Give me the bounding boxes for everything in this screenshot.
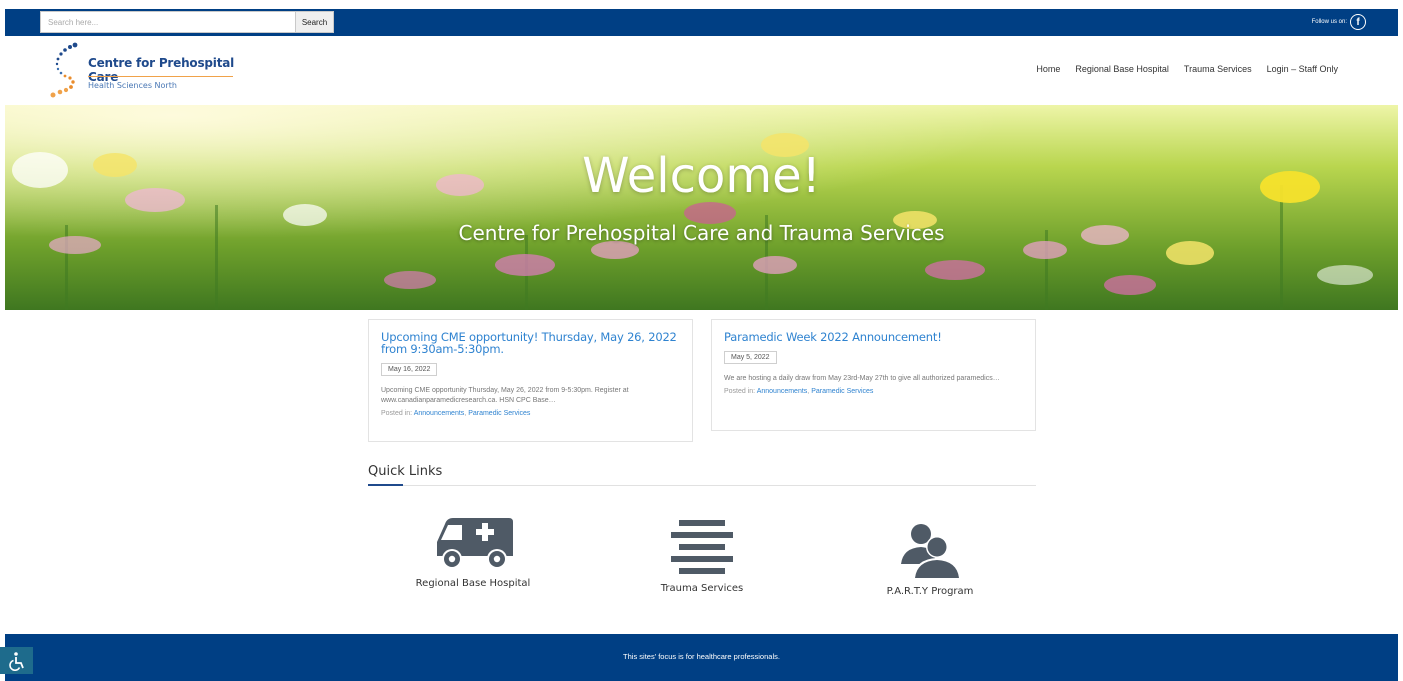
post-title-link[interactable]: Upcoming CME opportunity! Thursday, May … [381,331,680,355]
logo-divider [88,76,233,77]
category-link-paramedic-services[interactable]: Paramedic Services [811,388,873,395]
post-date-badge: May 16, 2022 [381,363,438,376]
wheelchair-icon [8,651,24,671]
post-card: Upcoming CME opportunity! Thursday, May … [368,319,693,442]
logo-title: Centre for Prehospital Care [88,56,235,84]
top-bar: Search Follow us on: f [5,9,1398,36]
site-footer: This sites' focus is for healthcare prof… [5,634,1398,681]
quick-link-party-program[interactable]: P.A.R.T.Y Program [860,522,1000,597]
post-date-badge: May 5, 2022 [724,351,777,364]
quick-links-accent [368,484,403,486]
quick-links-divider [368,485,1036,486]
quick-link-label: Trauma Services [660,583,744,594]
search-button[interactable]: Search [296,11,334,33]
search-input[interactable] [40,11,296,33]
hero-flower-field-image [5,105,1398,310]
post-categories: Posted in: Announcements, Paramedic Serv… [724,388,1023,395]
nav-trauma-services[interactable]: Trauma Services [1184,64,1252,74]
facebook-icon[interactable]: f [1350,14,1366,30]
category-link-paramedic-services[interactable]: Paramedic Services [468,410,530,417]
post-title-link[interactable]: Paramedic Week 2022 Announcement! [724,331,1023,343]
quick-links-heading: Quick Links [368,464,443,479]
quick-link-label: P.A.R.T.Y Program [886,586,974,597]
posted-in-label: Posted in: [724,388,756,395]
post-categories: Posted in: Announcements, Paramedic Serv… [381,410,680,417]
category-link-announcements[interactable]: Announcements [414,410,465,417]
people-icon [901,524,961,578]
social-follow: Follow us on: f [1312,14,1366,30]
main-nav: Home Regional Base Hospital Trauma Servi… [1036,64,1338,74]
post-excerpt: Upcoming CME opportunity Thursday, May 2… [381,387,629,404]
nav-regional-base-hospital[interactable]: Regional Base Hospital [1075,64,1169,74]
footer-text: This sites' focus is for healthcare prof… [623,652,780,661]
follow-us-label: Follow us on: [1311,19,1347,25]
hero-subtitle: Centre for Prehospital Care and Trauma S… [458,221,945,245]
site-logo[interactable]: Centre for Prehospital Care Health Scien… [45,42,240,98]
nav-login-staff[interactable]: Login – Staff Only [1267,64,1338,74]
quick-link-label: Regional Base Hospital [415,578,531,589]
hero-banner: Welcome! Centre for Prehospital Care and… [5,105,1398,310]
accessibility-toggle-button[interactable] [0,647,33,674]
logo-subtitle: Health Sciences North [88,81,177,90]
posted-in-label: Posted in: [381,410,413,417]
logo-mark-icon [50,42,78,98]
hero-title: Welcome! [582,148,821,204]
category-link-announcements[interactable]: Announcements [757,388,808,395]
post-excerpt: We are hosting a daily draw from May 23r… [724,375,1000,382]
quick-link-trauma-services[interactable]: Trauma Services [632,520,772,594]
nav-home[interactable]: Home [1036,64,1060,74]
quick-link-regional-base-hospital[interactable]: Regional Base Hospital [403,516,543,589]
ambulance-icon [437,518,513,569]
site-header: Centre for Prehospital Care Health Scien… [5,36,1398,105]
list-bars-icon [671,520,733,574]
post-card: Paramedic Week 2022 Announcement! May 5,… [711,319,1036,431]
search-form: Search [40,11,334,33]
